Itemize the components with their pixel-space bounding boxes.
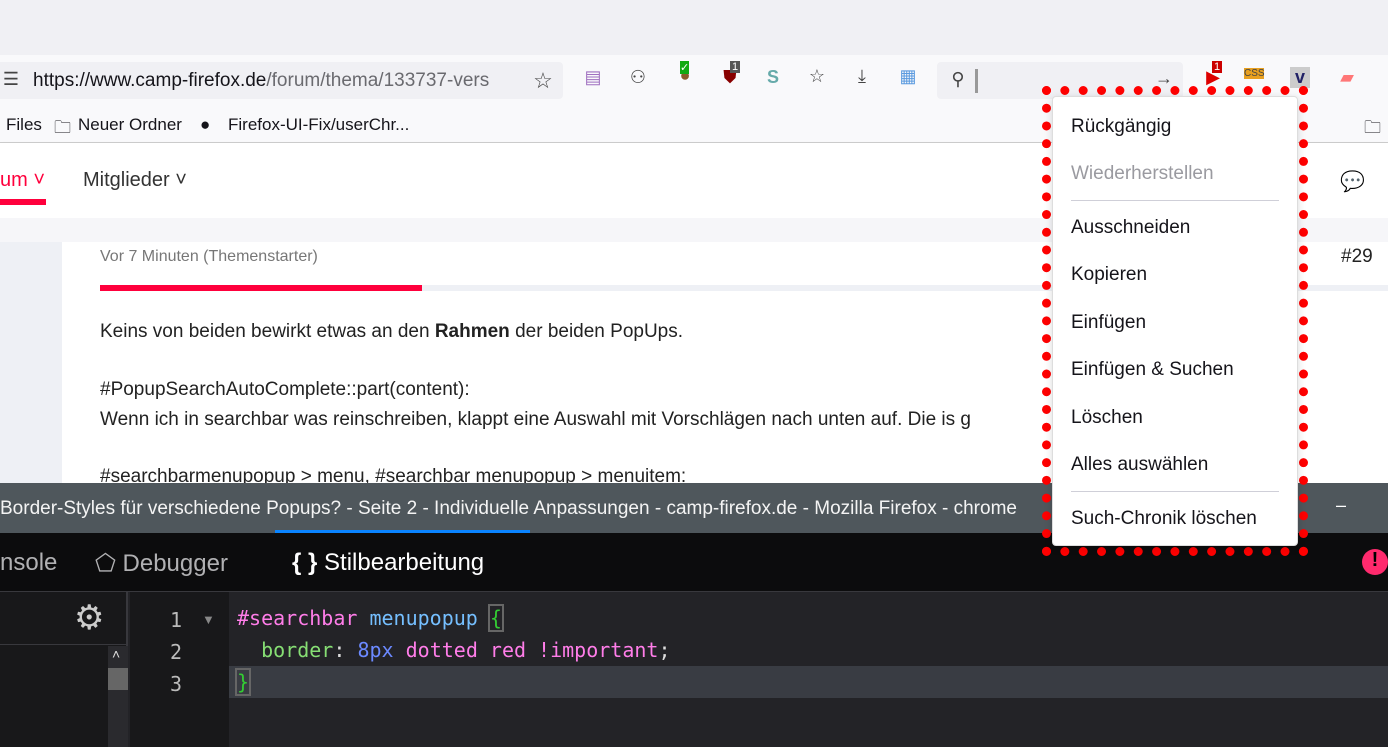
code-line-1[interactable]: #searchbar menupopup { [237, 604, 504, 632]
bookmark-star-icon[interactable]: ☆ [530, 68, 556, 94]
active-line-highlight [229, 666, 1388, 698]
nav-forum[interactable]: um ˅ [0, 169, 45, 192]
bookmark-firefox-ui-fix[interactable]: Firefox-UI-Fix/userChr... [228, 115, 409, 135]
nav-members[interactable]: Mitglieder ˅ [83, 169, 187, 192]
scroll-icon[interactable]: ▰ [1334, 67, 1360, 88]
fold-arrow-icon[interactable]: ▼ [202, 612, 215, 627]
menu-item-paste[interactable]: Einfügen [1071, 312, 1146, 334]
extension-red-icon[interactable]: ▶ 1 [1200, 61, 1226, 88]
post-line-2: #PopupSearchAutoComplete::part(content): [100, 379, 470, 400]
stylesheet-list: ⚙ ˄ [0, 592, 128, 747]
braces-icon: { } [292, 549, 318, 576]
bookmark-neuer-ordner[interactable]: Neuer Ordner [78, 115, 182, 135]
downloads-icon[interactable]: ⤓ [849, 66, 875, 87]
menu-item-copy[interactable]: Kopieren [1071, 264, 1147, 286]
chat-icon[interactable]: 💬 [1340, 169, 1365, 194]
menu-item-cut[interactable]: Ausschneiden [1071, 217, 1190, 239]
extension-windows-icon[interactable]: ▤ [580, 67, 606, 88]
v-extension-icon[interactable]: v [1290, 67, 1310, 88]
menu-separator [1071, 200, 1279, 201]
minimize-button[interactable]: – [1336, 495, 1346, 516]
line-number: 2 [170, 640, 183, 664]
debugger-icon: ⬠ [95, 550, 116, 577]
line-gutter: 1 2 3 ▼ [130, 592, 229, 747]
menu-separator [1071, 491, 1279, 492]
cookie-extension-icon[interactable]: ● ✓ [672, 61, 698, 86]
url-text[interactable]: https://www.camp-firefox.de/forum/thema/… [33, 70, 513, 92]
code-line-3[interactable]: } [234, 668, 252, 696]
calendar-icon[interactable]: ▦ [895, 66, 921, 87]
reader-icon[interactable]: ☰ [0, 69, 24, 90]
other-bookmarks-folder-icon[interactable]: 🗀 [1364, 115, 1381, 144]
menu-item-clear-history[interactable]: Such-Chronik löschen [1071, 508, 1257, 530]
url-bar[interactable]: ☰ https://www.camp-firefox.de/forum/them… [0, 62, 563, 99]
css-extension-icon[interactable]: CSS [1244, 68, 1265, 79]
line-number: 1 [170, 608, 183, 632]
gear-icon[interactable]: ⚙ [74, 598, 104, 638]
style-editor: ⚙ ˄ 1 2 3 ▼ #searchbar menupopup { borde… [0, 592, 1388, 747]
window-title: Border-Styles für verschiedene Popups? -… [0, 498, 1017, 519]
menu-item-delete[interactable]: Löschen [1071, 407, 1143, 429]
scrollbar-thumb[interactable] [108, 668, 128, 690]
menu-item-select-all[interactable]: Alles auswählen [1071, 454, 1208, 476]
handshake-icon[interactable]: ⚇ [625, 67, 651, 88]
code-line-2[interactable]: border: 8px dotted red !important; [237, 638, 670, 662]
post-line-1: Keins von beiden bewirkt etwas an den Ra… [100, 321, 684, 342]
context-menu: Rückgängig Wiederherstellen Ausschneiden… [1052, 96, 1298, 546]
search-icon: ⚲ [951, 69, 965, 89]
bookmark-files[interactable]: Files [6, 115, 42, 135]
line-number: 3 [170, 672, 183, 696]
menu-item-redo: Wiederherstellen [1071, 163, 1214, 184]
ublock-icon[interactable]: ⛊ 1 [717, 61, 743, 88]
tab-console[interactable]: nsole [0, 549, 57, 577]
tab-style-editor[interactable]: { } Stilbearbeitung [292, 549, 484, 577]
nav-active-underline [0, 199, 46, 205]
tab-debugger[interactable]: ⬠ Debugger [95, 549, 228, 578]
menu-item-undo[interactable]: Rückgängig [1071, 116, 1171, 138]
scrollbar[interactable]: ˄ [108, 646, 128, 747]
folder-icon: 🗀 [54, 118, 71, 137]
post-meta: Vor 7 Minuten (Themenstarter) [100, 248, 318, 265]
post-sidebar [0, 242, 62, 483]
post-line-3: Wenn ich in searchbar was reinschreiben,… [100, 409, 971, 430]
menu-item-paste-search[interactable]: Einfügen & Suchen [1071, 359, 1234, 381]
github-icon: ● [200, 115, 211, 134]
window-top [0, 0, 1388, 55]
text-cursor [975, 69, 978, 93]
post-number[interactable]: #29 [1341, 246, 1373, 268]
save-page-icon[interactable]: ☆ [804, 66, 830, 87]
stylus-icon[interactable]: S [760, 67, 786, 88]
error-icon[interactable]: ! [1362, 549, 1388, 575]
